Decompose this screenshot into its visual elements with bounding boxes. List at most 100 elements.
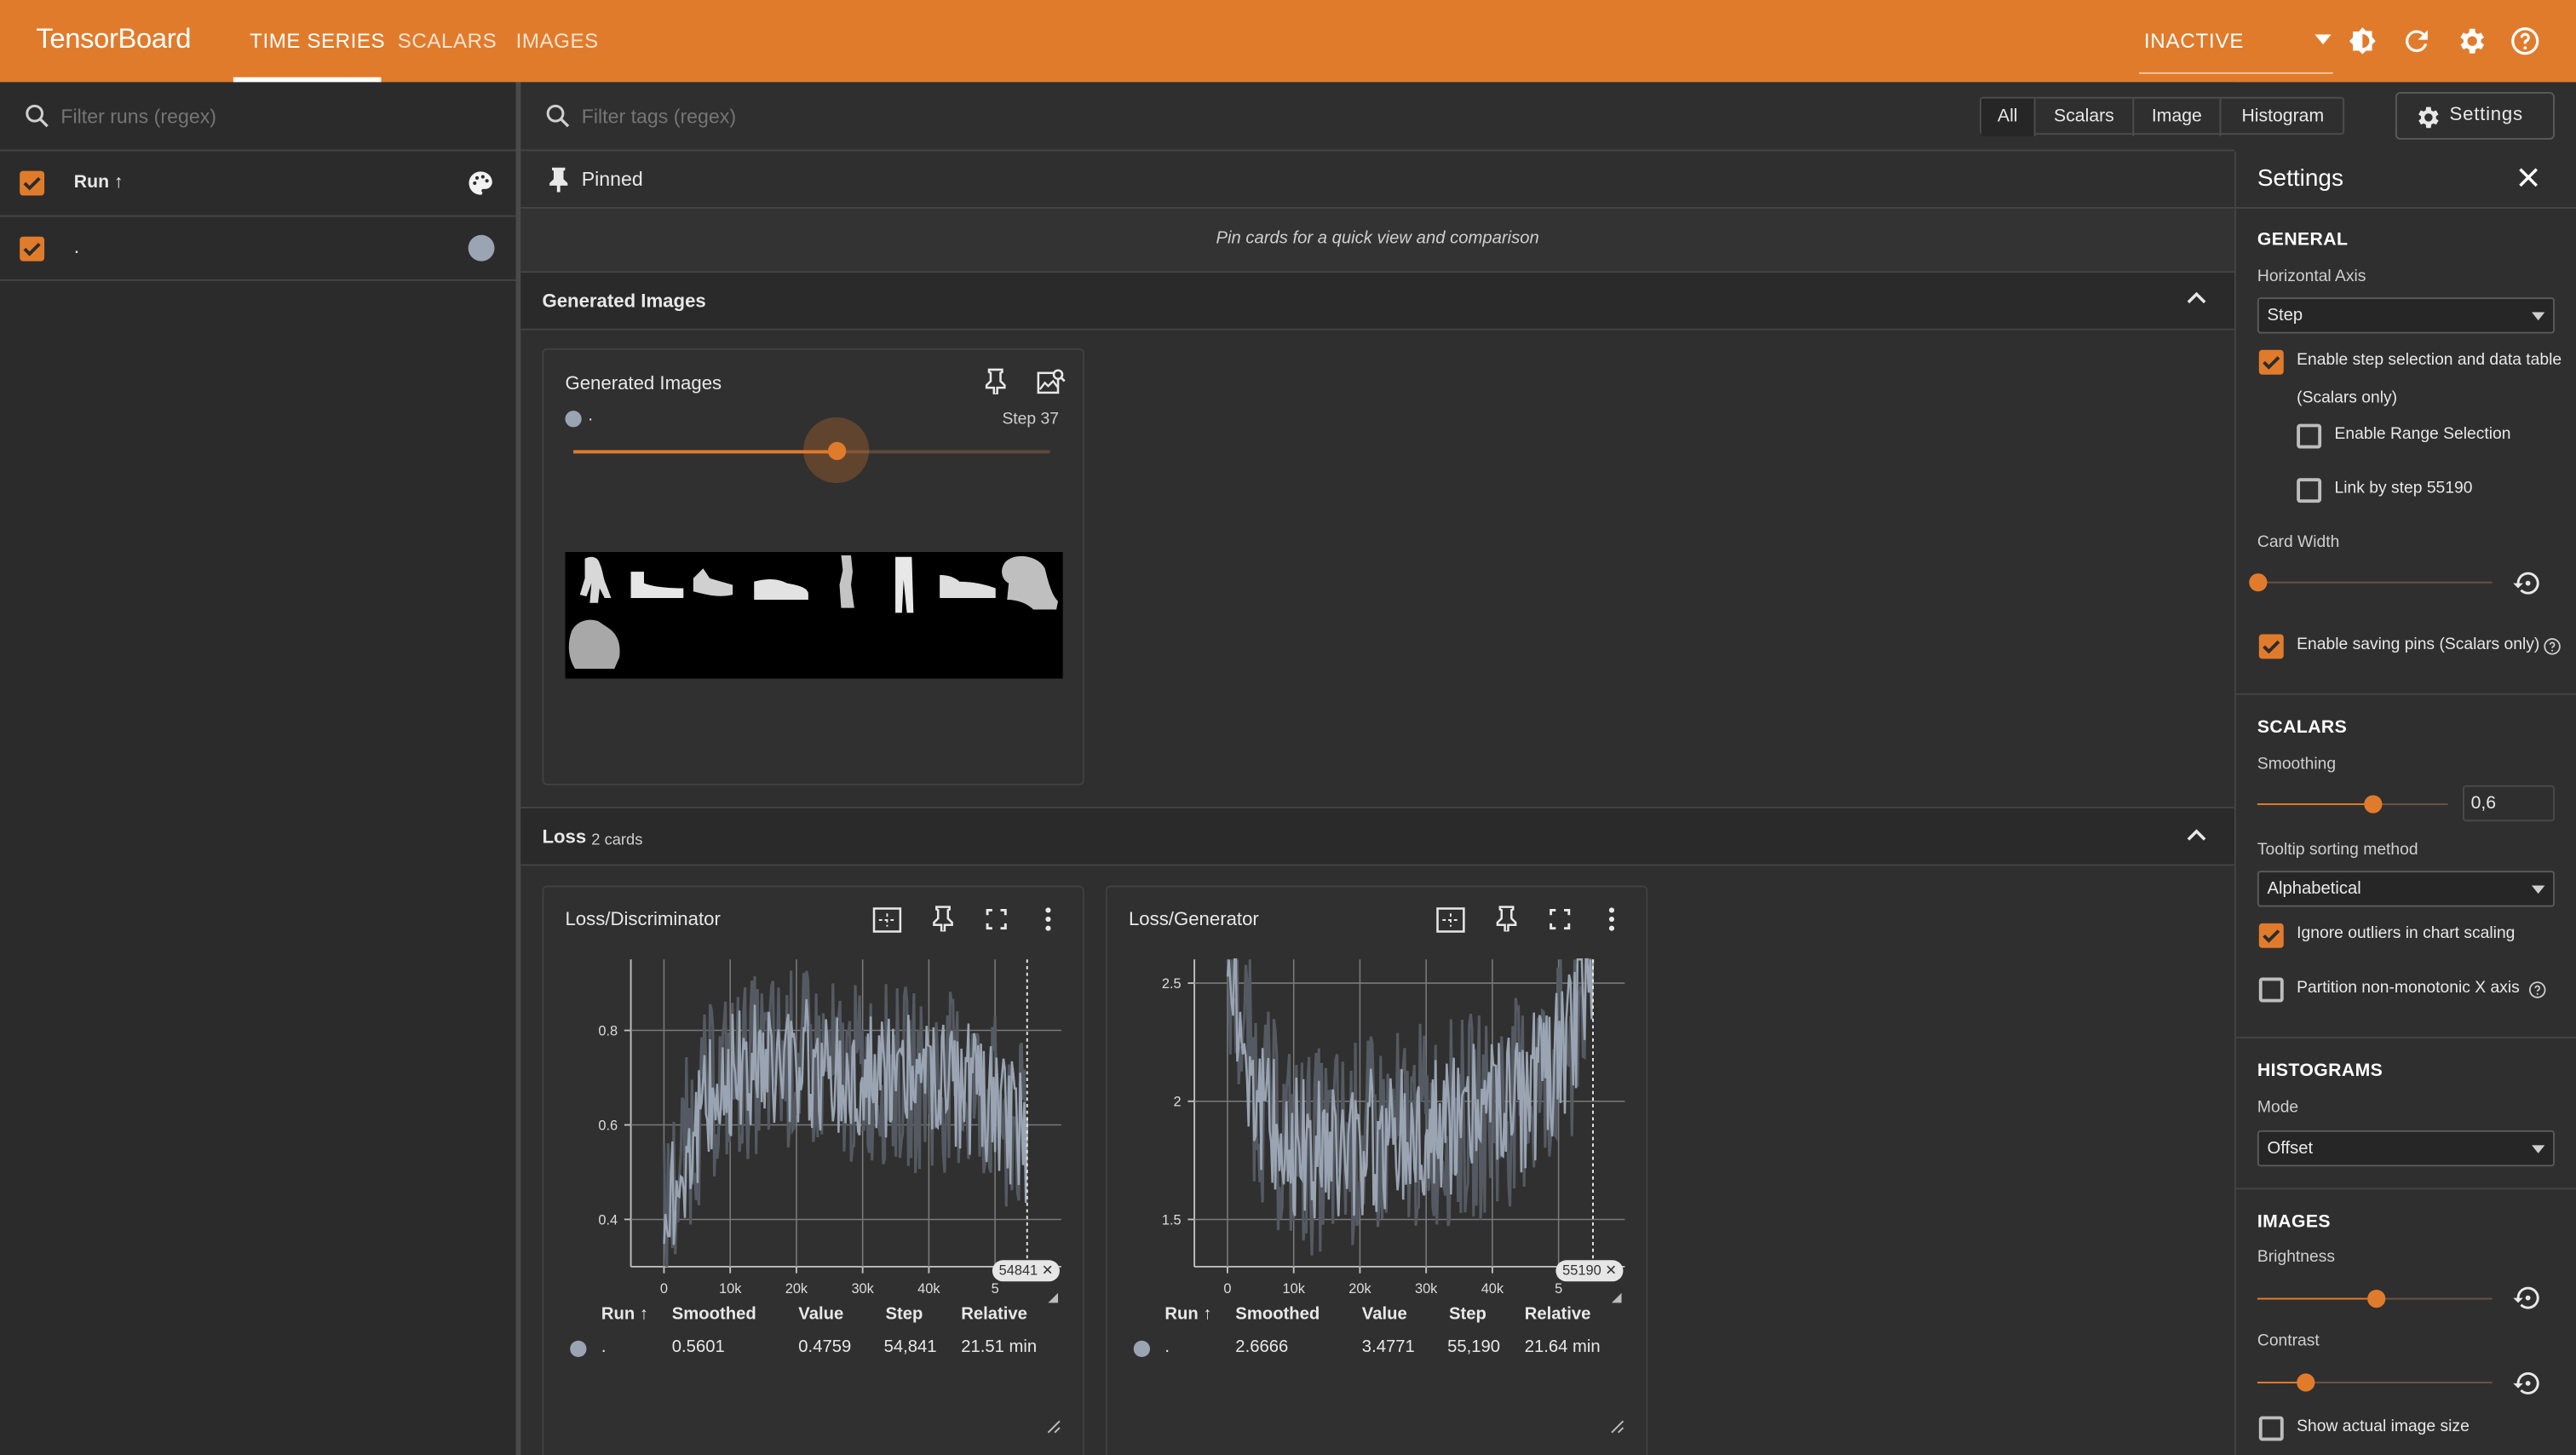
run-color-swatch[interactable]: [468, 234, 495, 262]
refresh-icon[interactable]: [2401, 25, 2434, 58]
tab-time-series[interactable]: TIME SERIES: [250, 30, 385, 53]
slider-fill: [2257, 1297, 2375, 1300]
more-vert-icon[interactable]: [1045, 907, 1052, 932]
help-icon[interactable]: [2509, 25, 2542, 58]
smoothing-label: Smoothing: [2257, 756, 2337, 774]
divider: [2235, 1036, 2576, 1038]
line-chart-discriminator[interactable]: 0 10k 20k 30k 40k 5 0.4 0.6 0.8: [557, 943, 1075, 1308]
select-all-checkbox[interactable]: [20, 170, 45, 196]
image-search-icon[interactable]: [1037, 368, 1067, 396]
saving-pins-checkbox[interactable]: [2258, 634, 2284, 659]
run-column-header[interactable]: Run ↑: [74, 173, 124, 193]
y-tick-label: 2.5: [1162, 976, 1182, 992]
more-vert-icon[interactable]: [1608, 907, 1615, 932]
run-name: .: [73, 234, 80, 258]
resize-handle-icon[interactable]: [1047, 1419, 1061, 1434]
ignore-outliers-checkbox[interactable]: [2258, 923, 2284, 948]
x-tick-label: 5: [992, 1281, 999, 1297]
dropdown-arrow-icon: [2531, 1145, 2545, 1153]
slider-thumb[interactable]: [2296, 1373, 2314, 1392]
col-run[interactable]: Run ↑: [1164, 1304, 1211, 1324]
chart-resize-icon: [1611, 1292, 1622, 1303]
col-step: Step: [1449, 1304, 1486, 1325]
step-selection-checkbox[interactable]: [2258, 349, 2284, 375]
fullscreen-icon[interactable]: [986, 908, 1007, 930]
fit-domain-icon[interactable]: [872, 907, 902, 934]
divider: [2235, 1188, 2576, 1190]
x-tick-label: 10k: [719, 1281, 742, 1297]
resize-handle-icon[interactable]: [1610, 1419, 1624, 1434]
partition-label: Partition non-monotonic X axis: [2297, 979, 2520, 998]
range-selection-label: Enable Range Selection: [2334, 425, 2511, 444]
x-tick-label: 10k: [1282, 1281, 1305, 1297]
filter-tags-input[interactable]: [581, 101, 1404, 132]
histograms-heading: HISTOGRAMS: [2257, 1061, 2383, 1082]
close-icon[interactable]: [2519, 168, 2539, 187]
x-tick-label: 40k: [917, 1281, 940, 1297]
section-header-loss[interactable]: Loss 2 cards: [520, 806, 2234, 866]
tab-scalars[interactable]: SCALARS: [398, 30, 497, 53]
step-selector-badge[interactable]: 54841 ✕: [992, 1260, 1061, 1282]
range-selection-checkbox[interactable]: [2297, 423, 2322, 449]
card-width-slider[interactable]: [2249, 573, 2493, 592]
help-icon[interactable]: [2543, 637, 2561, 655]
image-card: Generated Images . Step 37: [542, 348, 1084, 785]
chart-resize-icon: [1048, 1292, 1059, 1303]
slider-thumb[interactable]: [2366, 1289, 2385, 1308]
partition-checkbox[interactable]: [2258, 977, 2284, 1003]
chevron-up-icon[interactable]: [2187, 828, 2206, 841]
step-slider[interactable]: [573, 417, 1050, 484]
filter-all[interactable]: All: [1981, 98, 2036, 137]
generated-image[interactable]: [565, 552, 1063, 679]
tab-images[interactable]: IMAGES: [516, 30, 599, 53]
slider-thumb[interactable]: [2249, 573, 2268, 592]
run-checkbox[interactable]: [20, 236, 45, 262]
filter-scalars[interactable]: Scalars: [2036, 98, 2135, 137]
theme-toggle-icon[interactable]: [2346, 25, 2379, 58]
reset-icon[interactable]: [2512, 1283, 2542, 1313]
cell-relative: 21.51 min: [961, 1337, 1038, 1358]
settings-button[interactable]: Settings: [2395, 92, 2555, 140]
tooltip-sort-select[interactable]: Alphabetical: [2257, 871, 2555, 907]
section-header-generated-images[interactable]: Generated Images: [520, 271, 2234, 331]
pin-icon[interactable]: [932, 906, 955, 932]
col-run[interactable]: Run ↑: [601, 1304, 648, 1324]
fit-domain-icon[interactable]: [1436, 907, 1466, 934]
y-tick-label: 0.6: [598, 1118, 618, 1133]
line-chart-generator[interactable]: 0 10k 20k 30k 40k 5 1.5 2 2.5: [1120, 943, 1638, 1308]
filter-histogram[interactable]: Histogram: [2221, 99, 2344, 136]
cell-relative: 21.64 min: [1524, 1337, 1601, 1358]
section-title: Generated Images: [542, 292, 706, 313]
pin-icon[interactable]: [1495, 906, 1518, 932]
slider-fill: [2257, 803, 2372, 806]
filter-runs-input[interactable]: [60, 101, 488, 132]
divider: [0, 215, 516, 217]
brightness-slider[interactable]: [2257, 1289, 2493, 1308]
fullscreen-icon[interactable]: [1550, 908, 1571, 930]
reset-icon[interactable]: [2512, 568, 2542, 598]
chevron-up-icon[interactable]: [2187, 290, 2206, 304]
palette-icon[interactable]: [467, 170, 495, 198]
x-tick-label: 20k: [1348, 1281, 1371, 1297]
slider-thumb[interactable]: [2363, 795, 2382, 814]
chevron-down-icon[interactable]: [2314, 34, 2332, 45]
horizontal-axis-select[interactable]: Step: [2257, 297, 2555, 334]
link-by-step-checkbox[interactable]: [2297, 478, 2322, 503]
smoothing-slider[interactable]: [2257, 795, 2448, 814]
step-slider-thumb[interactable]: [827, 441, 846, 461]
actual-size-checkbox[interactable]: [2258, 1416, 2284, 1441]
smoothing-input[interactable]: [2462, 785, 2555, 822]
gear-icon[interactable]: [2454, 25, 2487, 58]
filter-image[interactable]: Image: [2134, 98, 2222, 137]
series-raw-line: [1226, 958, 1595, 1256]
histogram-mode-select[interactable]: Offset: [2257, 1130, 2555, 1167]
help-icon[interactable]: [2528, 981, 2546, 998]
contrast-slider[interactable]: [2257, 1373, 2493, 1392]
step-selector-badge[interactable]: 55190 ✕: [1555, 1260, 1624, 1282]
x-tick-label: 40k: [1481, 1281, 1504, 1297]
reset-icon[interactable]: [2512, 1369, 2542, 1399]
settings-title: Settings: [2257, 165, 2343, 193]
pin-icon[interactable]: [984, 368, 1007, 394]
x-tick-label: 0: [660, 1281, 668, 1297]
plugin-selector[interactable]: INACTIVE: [2144, 30, 2244, 53]
